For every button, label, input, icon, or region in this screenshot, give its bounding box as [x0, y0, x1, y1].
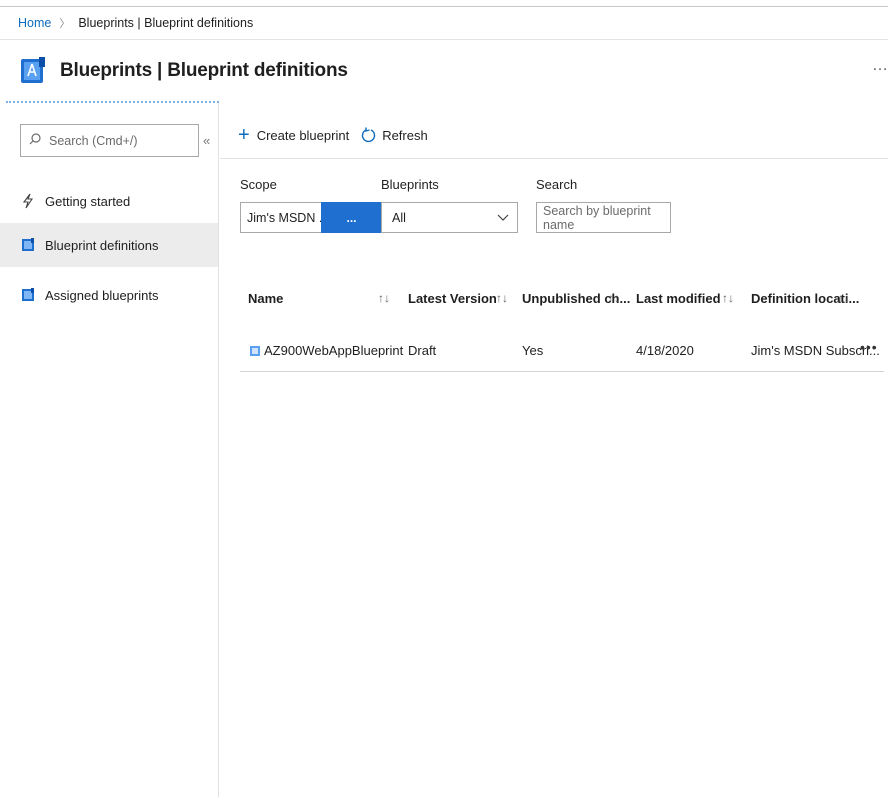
- page-header: Blueprints | Blueprint definitions …: [0, 41, 888, 101]
- blueprint-icon: [21, 238, 35, 252]
- refresh-label: Refresh: [382, 127, 428, 143]
- blueprint-search-input[interactable]: Search by blueprint name: [536, 202, 671, 233]
- resource-menu: Search (Cmd+/) « Getting started Bluepri…: [0, 101, 219, 797]
- blueprint-service-icon: [20, 57, 46, 85]
- search-label: Search: [536, 177, 578, 192]
- menu-search-input[interactable]: Search (Cmd+/): [20, 124, 199, 157]
- collapse-menu-icon[interactable]: «: [203, 133, 210, 148]
- lightning-icon: [21, 193, 35, 209]
- breadcrumb-home-link[interactable]: Home: [18, 16, 51, 30]
- sort-icon[interactable]: ↑↓: [722, 291, 734, 305]
- blueprints-dropdown[interactable]: All: [381, 202, 518, 233]
- column-header-last-modified[interactable]: Last modified: [636, 291, 721, 306]
- unpublished-changes-cell: Yes: [522, 343, 544, 358]
- sort-icon[interactable]: ↑↓: [378, 291, 390, 305]
- refresh-button[interactable]: Refresh: [361, 127, 428, 143]
- column-header-name[interactable]: Name: [248, 291, 283, 306]
- plus-icon: +: [238, 124, 250, 146]
- create-blueprint-button[interactable]: + Create blueprint: [238, 125, 349, 145]
- blueprints-label: Blueprints: [381, 177, 439, 192]
- breadcrumb: Home 〉 Blueprints | Blueprint definition…: [0, 6, 888, 40]
- sort-icon[interactable]: ↑↓: [838, 291, 850, 305]
- chevron-right-icon: 〉: [59, 18, 71, 30]
- scope-field[interactable]: Jim's MSDN ...: [240, 202, 322, 233]
- blueprint-name-link[interactable]: AZ900WebAppBlueprint: [264, 343, 403, 358]
- scope-picker-button[interactable]: ...: [321, 202, 382, 233]
- refresh-icon: [361, 127, 376, 143]
- focus-divider: [6, 101, 219, 103]
- blueprint-icon: [21, 288, 35, 302]
- content-pane: + Create blueprint Refresh Scope Bluepri…: [220, 101, 888, 797]
- sort-icon[interactable]: ↑↓: [496, 291, 508, 305]
- search-icon: [29, 133, 41, 148]
- column-header-latest-version[interactable]: Latest Version: [408, 291, 497, 306]
- chevron-down-icon: [497, 211, 509, 226]
- sidebar-item-blueprint-definitions[interactable]: Blueprint definitions: [0, 223, 218, 267]
- sidebar-item-assigned-blueprints[interactable]: Assigned blueprints: [0, 273, 218, 317]
- last-modified-cell: 4/18/2020: [636, 343, 694, 358]
- menu-search-placeholder: Search (Cmd+/): [49, 133, 138, 148]
- sidebar-item-label: Assigned blueprints: [45, 287, 159, 303]
- table-header: Name ↑↓ Latest Version ↑↓ Unpublished ch…: [240, 281, 884, 317]
- toolbar-divider: [220, 158, 888, 159]
- table-row[interactable]: AZ900WebAppBlueprint Draft Yes 4/18/2020…: [240, 332, 884, 372]
- create-blueprint-label: Create blueprint: [256, 127, 350, 143]
- blueprints-selected-value: All: [392, 210, 406, 225]
- sidebar-item-label: Blueprint definitions: [45, 237, 159, 253]
- latest-version-cell: Draft: [408, 343, 437, 358]
- more-options-icon[interactable]: …: [872, 57, 888, 75]
- sort-icon[interactable]: ↑↓: [608, 291, 620, 305]
- sidebar-item-label: Getting started: [45, 193, 131, 209]
- breadcrumb-current: Blueprints | Blueprint definitions: [78, 16, 254, 30]
- row-more-icon[interactable]: •••: [860, 339, 878, 355]
- page-title: Blueprints | Blueprint definitions: [60, 60, 348, 81]
- blueprint-icon: [249, 345, 261, 357]
- sidebar-item-getting-started[interactable]: Getting started: [0, 179, 218, 223]
- command-bar: + Create blueprint Refresh: [220, 117, 440, 153]
- scope-label: Scope: [240, 177, 277, 192]
